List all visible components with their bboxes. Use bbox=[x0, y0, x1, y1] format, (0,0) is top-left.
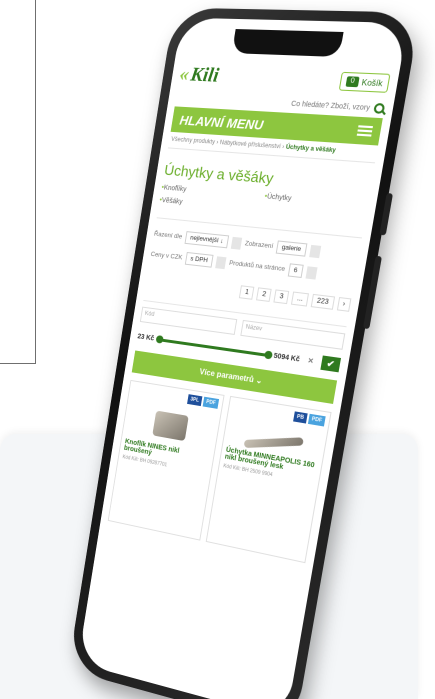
category-link[interactable]: Věšáky bbox=[159, 197, 255, 213]
range-track[interactable] bbox=[157, 337, 271, 357]
page-link[interactable]: 3 bbox=[273, 289, 290, 305]
chevron-down-icon[interactable] bbox=[230, 236, 243, 250]
site-logo[interactable]: «Kili bbox=[178, 63, 220, 87]
breadcrumb-current: Úchytky a věšáky bbox=[285, 144, 337, 155]
next-page-icon[interactable]: › bbox=[336, 296, 352, 312]
per-page-label: Produktů na stránce bbox=[228, 259, 286, 273]
page-ellipsis: ... bbox=[291, 291, 309, 307]
product-image[interactable] bbox=[243, 437, 304, 448]
sort-label: Řazení dle bbox=[153, 230, 183, 241]
price-max: 5094 Kč bbox=[273, 352, 301, 363]
sort-direction-icon: ↓ bbox=[219, 237, 224, 245]
page-link[interactable]: 223 bbox=[310, 293, 335, 310]
product-card[interactable]: 3PL PDF Knoflík NINES nikl broušený Kód … bbox=[107, 379, 225, 541]
close-icon[interactable]: ✕ bbox=[303, 356, 318, 366]
page-link[interactable]: 1 bbox=[239, 285, 255, 300]
product-badges: PB PDF bbox=[293, 411, 326, 427]
code-input[interactable]: Kód bbox=[139, 306, 238, 335]
cart-button[interactable]: 0 Košík bbox=[338, 71, 391, 93]
badge-pdf[interactable]: PDF bbox=[307, 413, 326, 427]
chevron-down-icon[interactable] bbox=[305, 265, 318, 280]
price-select[interactable]: s DPH bbox=[184, 251, 214, 268]
chevron-down-icon[interactable] bbox=[308, 244, 321, 258]
background-frame-line bbox=[0, 0, 36, 364]
sort-select[interactable]: nejlevnější ↓ bbox=[184, 231, 230, 249]
price-label: Ceny v CZK bbox=[150, 251, 183, 262]
site-header: «Kili 0 Košík bbox=[178, 59, 392, 99]
category-link[interactable]: Úchytky bbox=[264, 193, 368, 209]
checkmark-icon[interactable]: ✔ bbox=[320, 355, 342, 373]
filter-panel: Řazení dle nejlevnější ↓ Zobrazení galer… bbox=[149, 217, 363, 285]
logo-text: Kili bbox=[189, 63, 221, 87]
product-image[interactable] bbox=[152, 410, 189, 442]
display-label: Zobrazení bbox=[244, 240, 274, 251]
chevron-down-icon[interactable] bbox=[215, 255, 227, 269]
breadcrumb-item[interactable]: Nábytkové příslušenství bbox=[219, 140, 281, 150]
page-link[interactable]: 2 bbox=[256, 287, 272, 302]
main-menu-label: HLAVNÍ MENU bbox=[178, 112, 265, 133]
product-card[interactable]: PB PDF Úchytka MINNEAPOLIS 160 nikl brou… bbox=[205, 395, 332, 564]
product-badges: 3PL PDF bbox=[186, 394, 220, 409]
search-icon[interactable] bbox=[373, 102, 386, 114]
cart-icon: 0 bbox=[345, 76, 360, 88]
badge-3pl[interactable]: 3PL bbox=[186, 394, 203, 407]
product-grid: 3PL PDF Knoflík NINES nikl broušený Kód … bbox=[107, 379, 332, 564]
display-select[interactable]: galerie bbox=[275, 240, 308, 257]
phone-notch bbox=[231, 29, 344, 58]
cart-label: Košík bbox=[360, 77, 384, 88]
category-link[interactable]: Knoflíky bbox=[161, 184, 258, 199]
breadcrumb-item[interactable]: Všechny produkty bbox=[171, 137, 216, 146]
sort-value: nejlevnější bbox=[189, 234, 220, 245]
price-min: 23 Kč bbox=[137, 332, 155, 342]
hamburger-icon[interactable] bbox=[356, 125, 373, 137]
search-placeholder: Co hledáte? Zboží, vzory bbox=[290, 100, 371, 112]
badge-pdf[interactable]: PDF bbox=[202, 396, 220, 409]
per-page-select[interactable]: 6 bbox=[287, 263, 304, 278]
badge-pb[interactable]: PB bbox=[293, 411, 308, 424]
